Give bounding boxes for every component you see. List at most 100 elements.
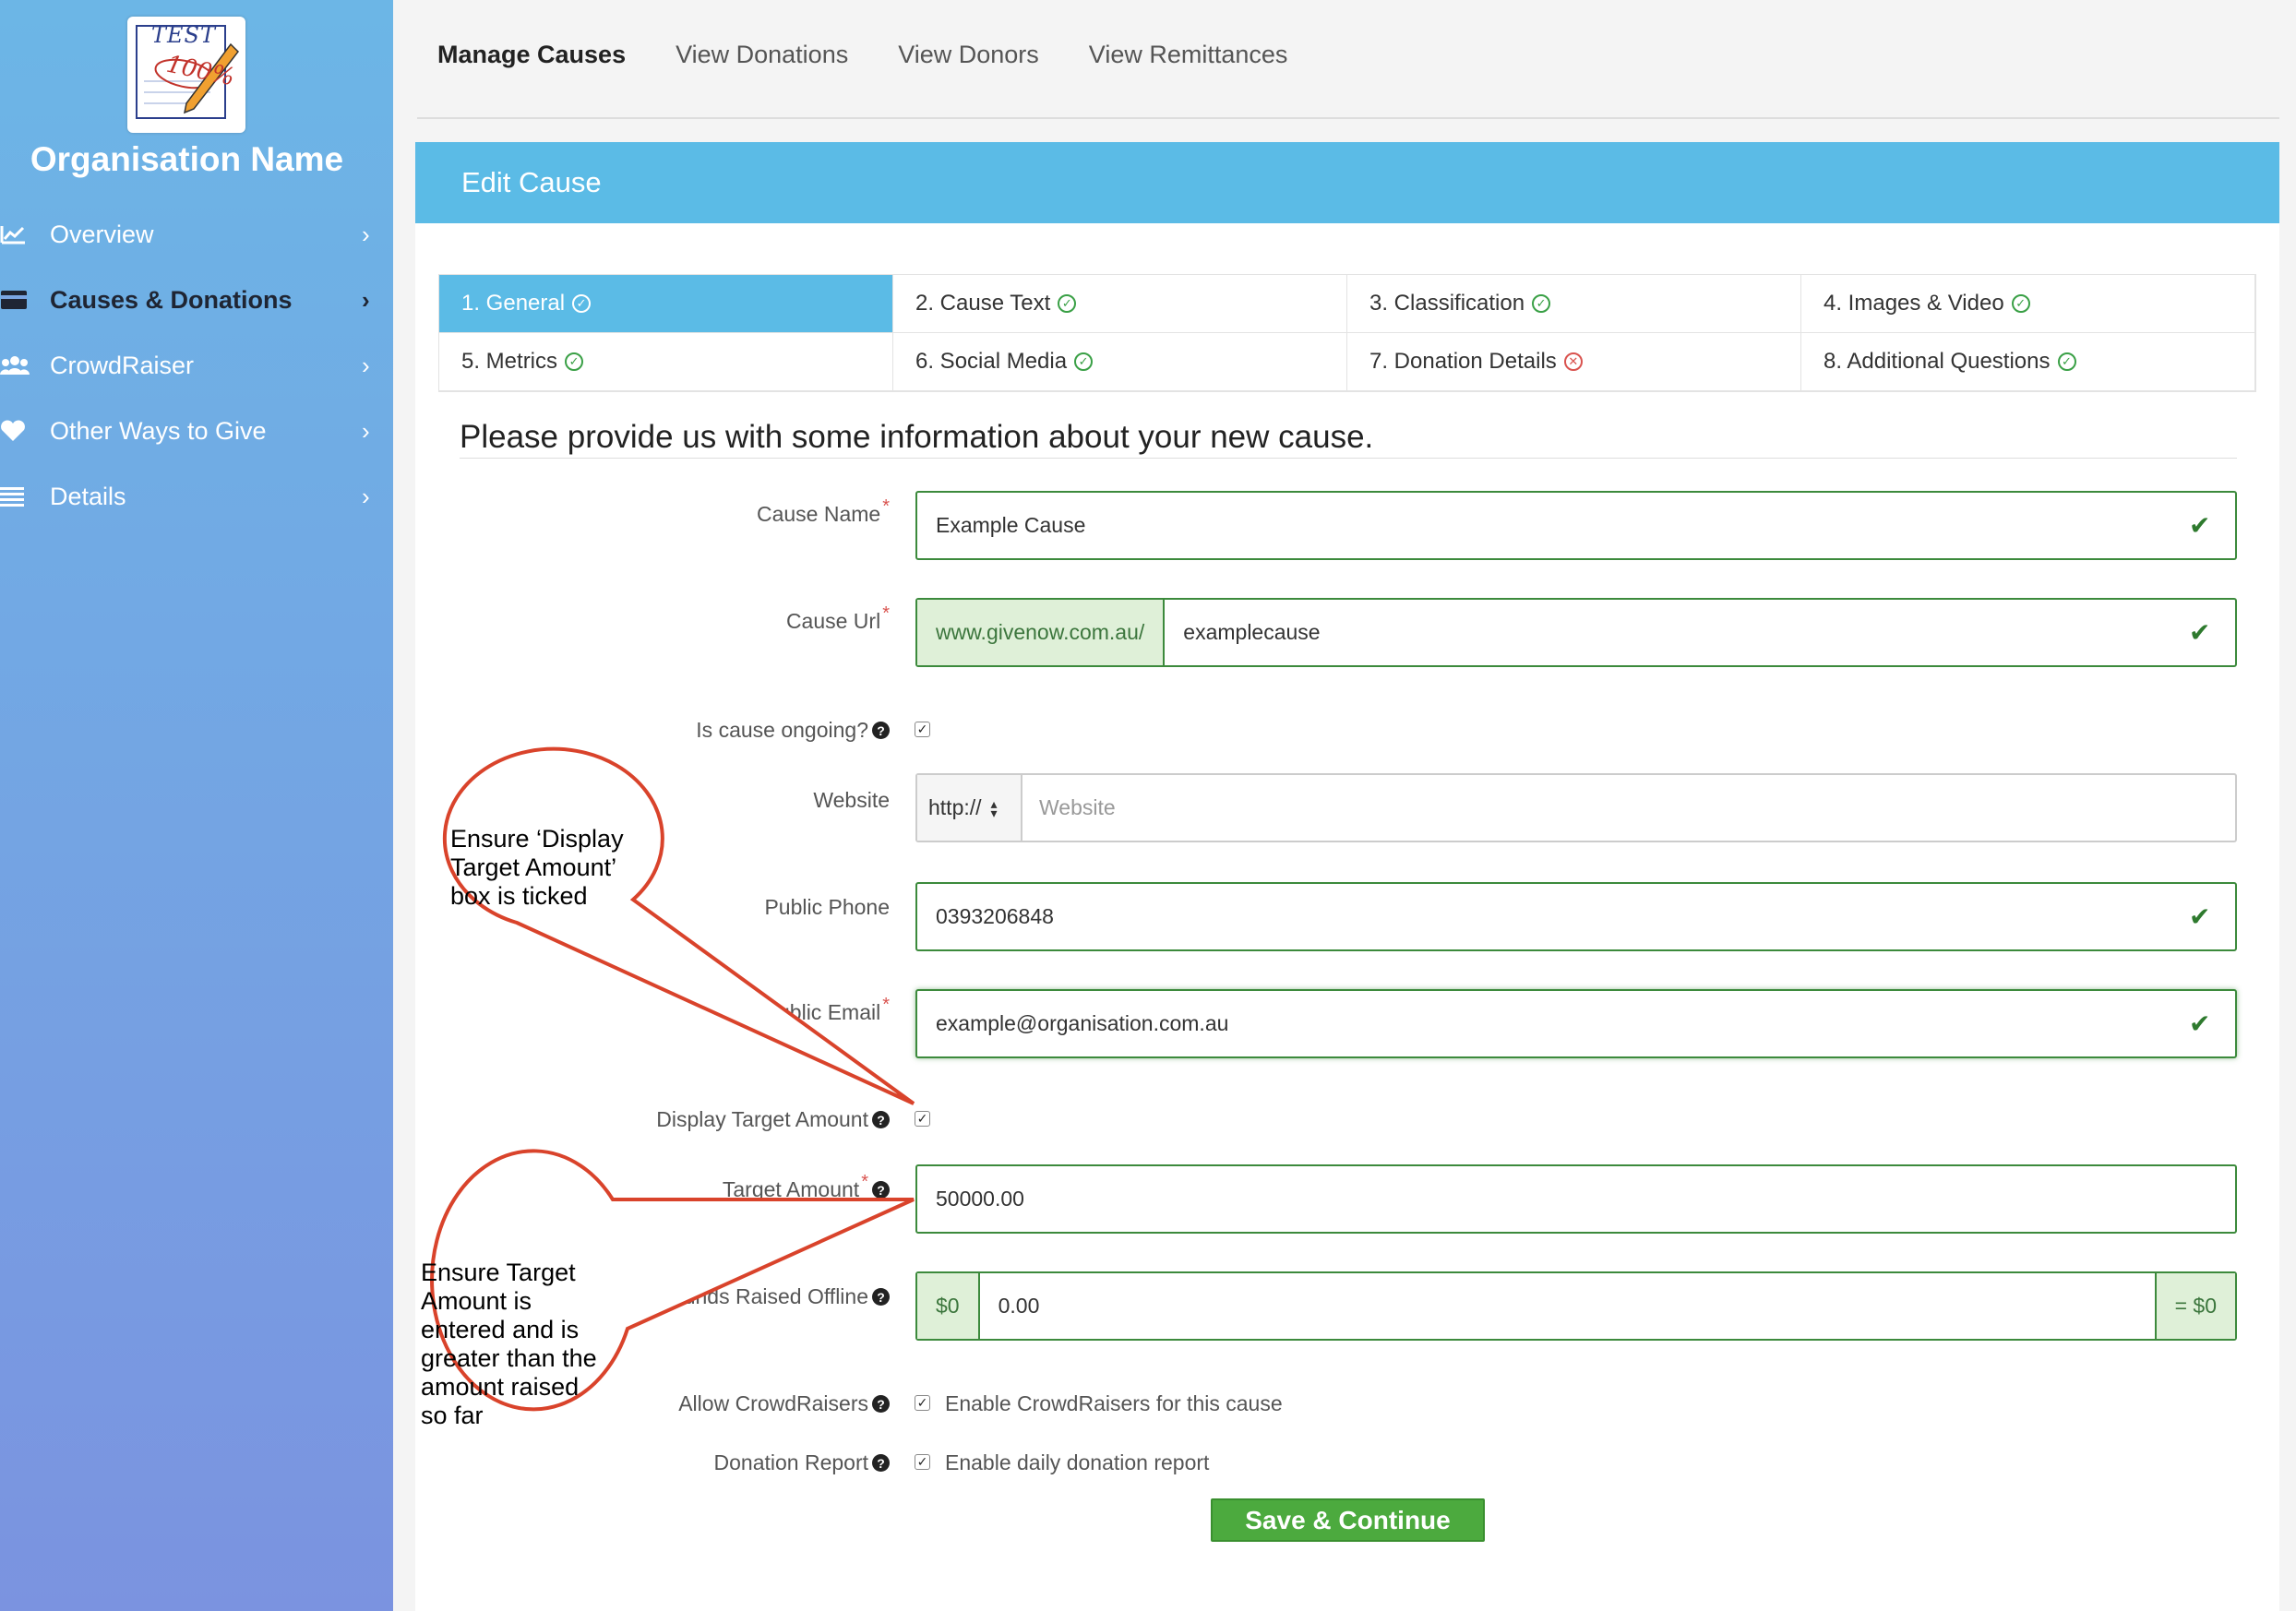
sidebar-item-crowdraiser[interactable]: CrowdRaiser › [0,340,388,391]
display-target-label: Display Target Amount? [656,1107,890,1132]
step-general[interactable]: 1. General ✓ [439,275,893,333]
divider [460,458,2237,459]
question-icon[interactable]: ? [872,1395,890,1413]
check-circle-icon: ✓ [1074,352,1094,371]
annotation-line: box is ticked [450,882,588,910]
check-circle-icon: ✓ [565,352,584,371]
annotation-target-amount: Ensure Target Amount is entered and is g… [421,1259,597,1430]
step-label: 7. Donation Details [1369,349,1557,374]
label-text: Donation Report [713,1450,869,1474]
step-label: 3. Classification [1369,291,1525,316]
step-cause-text[interactable]: 2. Cause Text ✓ [893,275,1347,333]
step-donation-details[interactable]: 7. Donation Details ✕ [1347,333,1801,391]
form-intro: Please provide us with some information … [460,419,1374,455]
website-input[interactable]: Website [1022,795,1116,820]
tab-view-donations[interactable]: View Donations [676,41,848,69]
tab-view-remittances[interactable]: View Remittances [1089,41,1288,69]
cause-url-label: Cause Url * [785,603,890,634]
step-label: 6. Social Media [915,349,1068,374]
tab-manage-causes[interactable]: Manage Causes [437,41,626,69]
input-value: 0.00 [998,1294,1040,1318]
website-input-group: http:// ▴ ▾ Website [915,773,2237,842]
crowdraisers-checkbox[interactable]: ✓ [915,1395,930,1411]
question-icon[interactable]: ? [872,1181,890,1199]
sidebar: TEST 100% Organisation Name Overview › C… [0,0,393,1611]
annotation-display-target: Ensure ‘Display Target Amount’ box is ti… [450,825,624,911]
chevron-right-icon: › [362,285,370,314]
checkmark-icon: ✔ [2189,902,2211,931]
crowdraisers-label: Allow CrowdRaisers? [678,1391,890,1416]
annotation-line: so far [421,1402,484,1429]
protocol-select[interactable]: http:// ▴ ▾ [917,775,1022,841]
input-value: Example Cause [936,513,1086,537]
label-text: Target Amount [722,1177,860,1201]
annotation-line: amount raised [421,1373,580,1401]
save-continue-button[interactable]: Save & Continue [1211,1498,1485,1542]
panel-title: Edit Cause [415,142,2279,223]
cause-url-input[interactable]: www.givenow.com.au/ examplecause ✔ [915,598,2237,667]
card-icon [0,290,50,310]
cause-name-input[interactable]: Example Cause ✔ [915,491,2237,560]
required-marker: * [882,496,890,517]
donation-report-text: Enable daily donation report [945,1450,1210,1474]
check-circle-icon: ✓ [572,294,592,313]
ongoing-checkbox[interactable]: ✓ [915,722,930,737]
check-circle-icon: ✓ [1058,294,1077,313]
annotation-line: Ensure Target [421,1259,576,1286]
label-text: Cause Url [785,609,881,633]
check-circle-icon: ✓ [1532,294,1551,313]
funds-offline-input[interactable]: $0 0.00 = $0 [915,1271,2237,1341]
checkmark-icon: ✔ [2189,1009,2211,1038]
logo-text: TEST [151,22,216,48]
step-additional-questions[interactable]: 8. Additional Questions ✓ [1801,333,2255,391]
donation-report-label: Donation Report? [713,1450,890,1475]
donation-report-checkbox[interactable]: ✓ [915,1454,930,1470]
sidebar-item-label: Details [50,482,126,510]
question-icon[interactable]: ? [872,1288,890,1306]
website-label: Website [813,788,890,812]
chevron-right-icon: › [362,220,370,248]
public-email-input[interactable]: example@organisation.com.au ✔ [915,989,2237,1058]
chevron-right-icon: › [362,416,370,445]
error-circle-icon: ✕ [1563,352,1583,371]
label-text: Is cause ongoing? [696,718,868,742]
edit-cause-panel: Edit Cause 1. General ✓ 2. Cause Text ✓ 3.… [415,142,2279,1611]
label-text: Display Target Amount [656,1107,868,1131]
heart-icon [0,420,50,442]
users-icon [0,355,50,376]
step-label: 2. Cause Text [915,291,1051,316]
required-marker: * [882,603,890,624]
step-classification[interactable]: 3. Classification ✓ [1347,275,1801,333]
label-text: Public Email [763,1000,881,1024]
annotation-line: Target Amount’ [450,853,617,881]
sidebar-item-label: CrowdRaiser [50,351,195,379]
organisation-logo[interactable]: TEST 100% [127,17,245,133]
step-label: 4. Images & Video [1824,291,2004,316]
question-icon[interactable]: ? [872,722,890,739]
question-icon[interactable]: ? [872,1111,890,1128]
step-images-video[interactable]: 4. Images & Video ✓ [1801,275,2255,333]
step-social-media[interactable]: 6. Social Media ✓ [893,333,1347,391]
divider [417,117,2279,119]
input-value: example@organisation.com.au [936,1011,1229,1035]
wizard-steps: 1. General ✓ 2. Cause Text ✓ 3. Classifica… [438,274,2256,392]
sidebar-item-overview[interactable]: Overview › [0,209,388,260]
chevron-right-icon: › [362,351,370,379]
email-label: Public Email * [763,995,890,1025]
annotation-line: entered and is [421,1316,580,1343]
sidebar-item-details[interactable]: Details › [0,471,388,522]
sidebar-item-label: Causes & Donations [50,285,293,314]
crowdraisers-text: Enable CrowdRaisers for this cause [945,1391,1283,1415]
annotation-line: greater than the [421,1344,597,1372]
check-circle-icon: ✓ [2057,352,2076,371]
question-icon[interactable]: ? [872,1454,890,1472]
sidebar-item-other-ways-to-give[interactable]: Other Ways to Give › [0,405,388,457]
annotation-line: Ensure ‘Display [450,825,624,853]
sidebar-item-causes-donations[interactable]: Causes & Donations › [0,274,388,326]
display-target-checkbox[interactable]: ✓ [915,1111,930,1127]
sidebar-item-label: Other Ways to Give [50,416,267,445]
step-metrics[interactable]: 5. Metrics ✓ [439,333,893,391]
target-amount-input[interactable]: 50000.00 [915,1164,2237,1234]
tab-view-donors[interactable]: View Donors [898,41,1039,69]
public-phone-input[interactable]: 0393206848 ✔ [915,882,2237,951]
